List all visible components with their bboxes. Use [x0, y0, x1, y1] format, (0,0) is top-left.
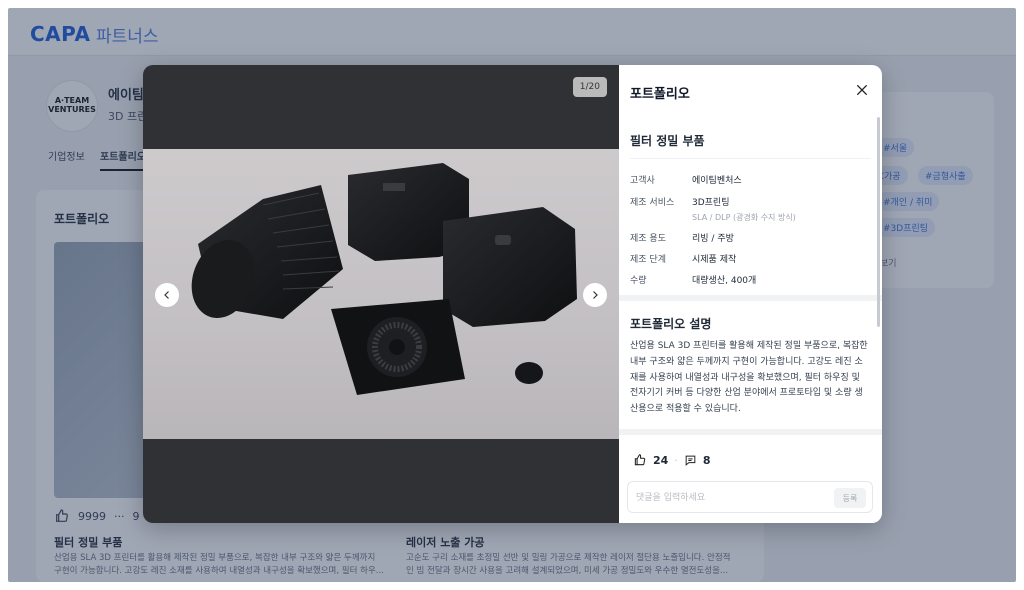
panel-header: 포트폴리오	[619, 65, 882, 117]
image-counter: 1/20	[572, 77, 607, 97]
project-title: 필터 정밀 부품	[630, 134, 705, 148]
info-row-quantity: 수량 대량생산, 400개	[630, 276, 757, 286]
portfolio-photo	[143, 149, 619, 439]
submit-comment-button[interactable]: 등록	[834, 488, 866, 508]
info-row-client: 고객사 에이팀벤처스	[630, 176, 742, 186]
info-row-purpose: 제조 용도 리빙 / 주방	[630, 234, 734, 244]
detail-panel: 포트폴리오 필터 정밀 부품 고객사 에이팀벤처스 제조 서비스 3D프린팅 S…	[619, 65, 882, 523]
image-viewer: 1/20	[143, 65, 619, 523]
comment-input[interactable]	[636, 490, 826, 506]
detail-scroll-area[interactable]: 필터 정밀 부품 고객사 에이팀벤처스 제조 서비스 3D프린팅 SLA / D…	[619, 117, 882, 439]
like-count: 24	[653, 453, 669, 467]
reactions-bar: 24 · 8	[633, 453, 710, 467]
portfolio-modal: 1/20 포트폴리오 필터 정밀 부품 고객사 에이팀벤처스 제조 서비스 3D…	[143, 65, 882, 523]
scrollbar[interactable]	[877, 117, 880, 327]
modal-title: 포트폴리오	[630, 87, 690, 102]
separator: ·	[674, 453, 678, 467]
chevron-right-icon	[593, 291, 598, 299]
comment-count: 8	[702, 453, 711, 467]
next-image-button[interactable]	[583, 283, 607, 307]
description-title: 포트폴리오 설명	[630, 317, 712, 331]
description-text: 산업용 SLA 3D 프린터를 활용해 제작된 정밀 부품으로, 복잡한 내부 …	[630, 341, 868, 414]
comment-box: 등록	[627, 481, 873, 513]
comment-icon[interactable]	[684, 454, 697, 467]
divider	[630, 158, 871, 159]
thumbs-up-icon[interactable]	[633, 453, 647, 467]
info-row-service: 제조 서비스 3D프린팅 SLA / DLP (광경화 수지 방식)	[630, 198, 796, 222]
close-icon[interactable]	[854, 82, 870, 98]
chevron-left-icon	[164, 291, 169, 299]
info-row-stage: 제조 단계 시제품 제작	[630, 255, 737, 265]
prev-image-button[interactable]	[155, 283, 179, 307]
product-illustration	[191, 163, 577, 395]
section-gap	[619, 429, 882, 435]
section-gap	[619, 295, 882, 301]
